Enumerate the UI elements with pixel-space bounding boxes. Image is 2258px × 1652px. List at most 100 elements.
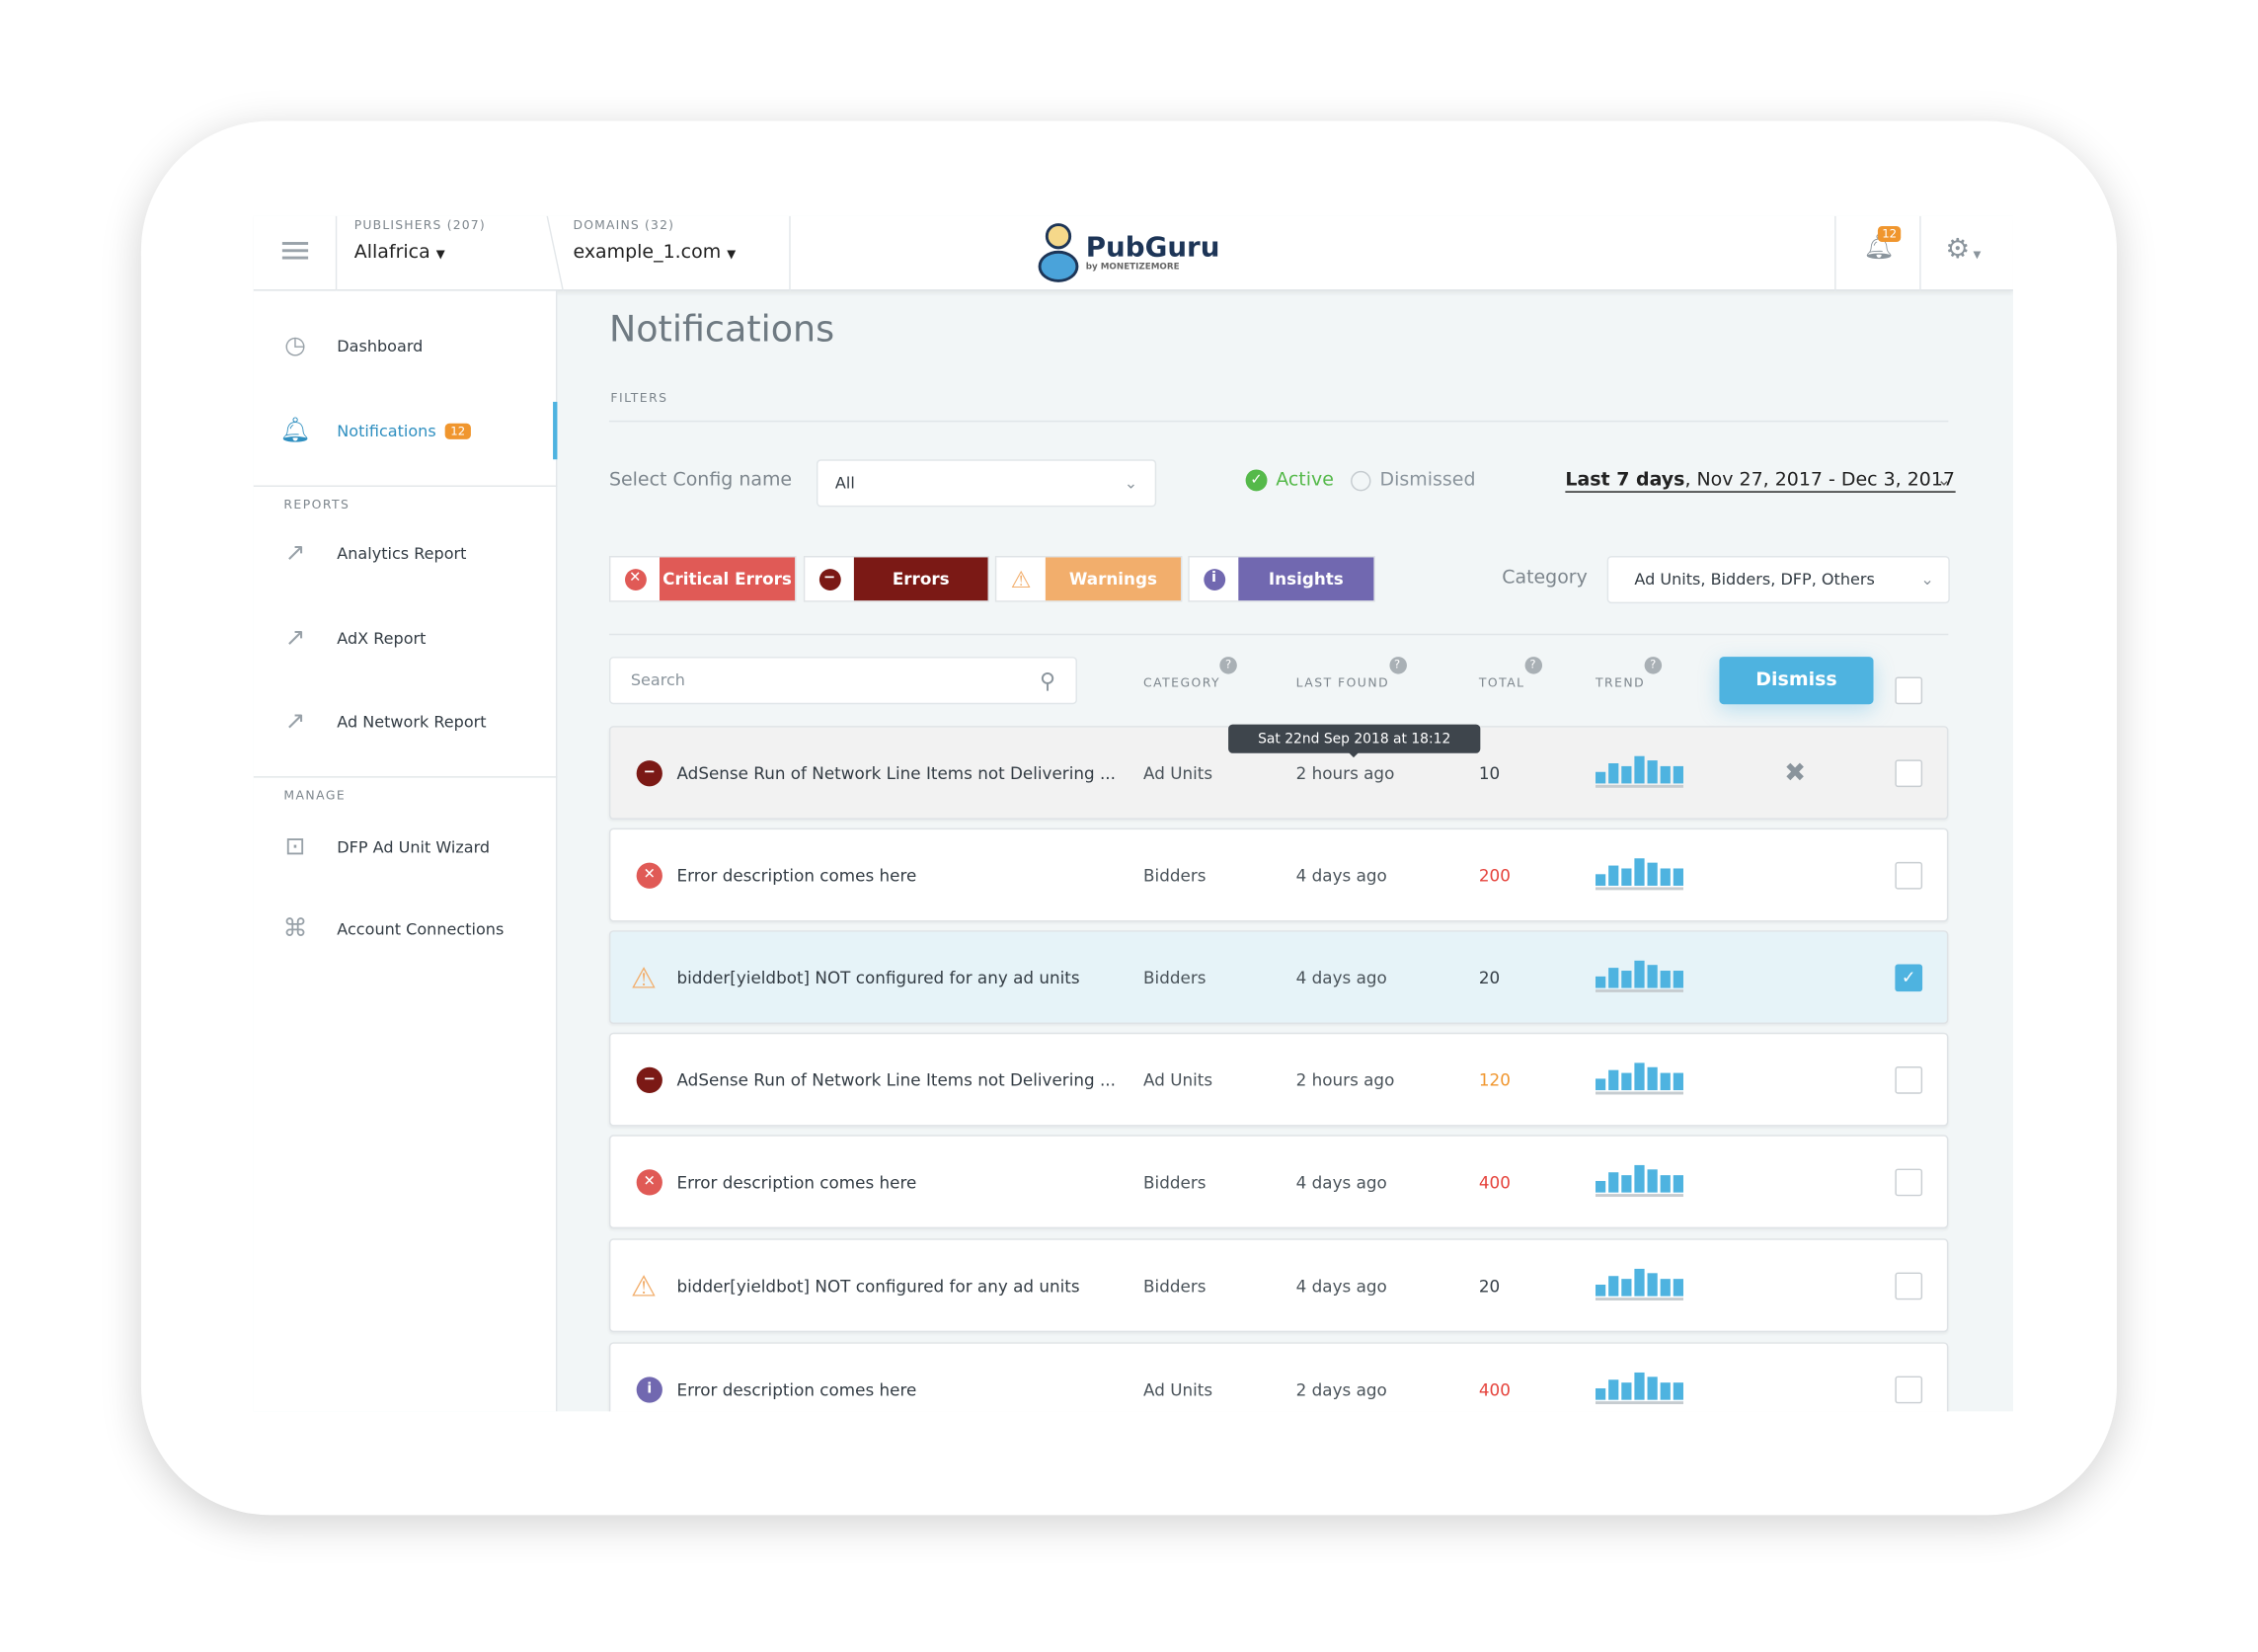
gear-icon: ⚙ xyxy=(1945,233,1971,266)
trend-bar xyxy=(1621,1279,1632,1296)
help-icon[interactable]: ? xyxy=(1524,657,1543,674)
sidebar-item-dfp-wizard[interactable]: ⊡ DFP Ad Unit Wizard xyxy=(254,818,558,875)
error-minus-icon: − xyxy=(636,759,662,786)
top-header: PUBLISHERS (207) Allafrica ▼ DOMAINS (32… xyxy=(253,215,2013,291)
sidebar-item-dashboard[interactable]: ◷ Dashboard xyxy=(254,317,558,374)
critical-x-icon: ✕ xyxy=(624,568,647,590)
info-icon: i xyxy=(636,1376,662,1402)
category-select[interactable]: Ad Units, Bidders, DFP, Others ⌄ xyxy=(1606,555,1950,604)
chevron-down-icon: ⌄ xyxy=(1124,473,1138,493)
column-header-trend[interactable]: TREND? xyxy=(1596,657,1663,691)
notification-count-badge: 12 xyxy=(1877,225,1902,243)
divider xyxy=(789,215,791,291)
row-category: Bidders xyxy=(1143,1171,1207,1192)
row-checkbox[interactable] xyxy=(1895,1271,1923,1299)
sidebar-item-analytics-report[interactable]: ↗ Analytics Report xyxy=(254,524,558,582)
row-message[interactable]: Error description comes here xyxy=(676,1379,916,1399)
filter-insights[interactable]: i Insights xyxy=(1188,555,1375,602)
table-row[interactable]: ✕ Error description comes here Bidders 4 da… xyxy=(608,1135,1949,1229)
radio-active-label[interactable]: Active xyxy=(1276,469,1334,491)
row-message[interactable]: bidder[yieldbot] NOT configured for any … xyxy=(676,967,1079,986)
row-message[interactable]: Error description comes here xyxy=(676,1171,916,1191)
error-minus-icon: − xyxy=(636,1066,662,1093)
trend-chart-icon: ↗ xyxy=(284,623,306,653)
trend-bar xyxy=(1660,1279,1671,1296)
sidebar-item-adx-report[interactable]: ↗ AdX Report xyxy=(254,609,558,667)
radio-dismissed-label[interactable]: Dismissed xyxy=(1380,469,1476,491)
help-icon[interactable]: ? xyxy=(1220,657,1238,674)
table-row[interactable]: ✕ Error description comes here Bidders 4 da… xyxy=(608,827,1949,922)
row-trend-sparkline xyxy=(1596,1062,1683,1094)
date-range-picker[interactable]: Last 7 days, Nov 27, 2017 - Dec 3, 2017 xyxy=(1565,469,1955,493)
select-all-checkbox[interactable] xyxy=(1895,676,1923,705)
row-checkbox[interactable] xyxy=(1895,1375,1923,1403)
filter-errors[interactable]: − Errors xyxy=(803,555,989,602)
dismiss-button[interactable]: Dismiss xyxy=(1719,657,1874,705)
table-row[interactable]: i Error description comes here Ad Units 2 d… xyxy=(608,1342,1949,1412)
date-range-value: , Nov 27, 2017 - Dec 3, 2017 xyxy=(1684,469,1955,492)
trend-bar xyxy=(1621,1175,1632,1192)
column-header-total[interactable]: TOTAL? xyxy=(1479,657,1543,691)
help-icon[interactable]: ? xyxy=(1645,657,1663,674)
column-header-last-found[interactable]: LAST FOUND? xyxy=(1296,657,1407,691)
settings-gear-button[interactable]: ⚙ ▼ xyxy=(1945,233,1981,265)
row-last-found: 2 hours ago xyxy=(1295,1068,1395,1090)
trend-bar xyxy=(1660,1382,1671,1399)
notifications-bell-button[interactable]: 🔔︎ 12 xyxy=(1863,225,1902,262)
domain-selector[interactable]: DOMAINS (32) example_1.com ▼ xyxy=(573,219,736,264)
trend-bar xyxy=(1596,976,1606,987)
radio-active-checked-icon[interactable]: ✓ xyxy=(1245,469,1268,492)
trend-chart-icon: ↗ xyxy=(284,538,306,568)
row-trend-sparkline xyxy=(1596,857,1683,890)
filter-warnings[interactable]: ⚠ Warnings xyxy=(994,555,1183,602)
row-checkbox[interactable] xyxy=(1895,758,1923,787)
trend-bar xyxy=(1673,868,1683,886)
row-last-found: 4 days ago xyxy=(1295,1171,1387,1192)
trend-bar xyxy=(1608,1379,1619,1399)
sidebar-item-notifications[interactable]: 🔔︎ Notifications 12 xyxy=(254,401,558,460)
trend-bar xyxy=(1634,1372,1645,1399)
critical-x-icon: ✕ xyxy=(636,861,662,889)
trend-bar xyxy=(1673,1382,1683,1399)
row-message[interactable]: bidder[yieldbot] NOT configured for any … xyxy=(676,1276,1079,1296)
config-select[interactable]: All ⌄ xyxy=(816,459,1157,508)
tooltip-arrow xyxy=(1348,751,1360,763)
row-trend-sparkline xyxy=(1596,1164,1683,1197)
chip-label: Insights xyxy=(1238,557,1374,601)
filter-critical-errors[interactable]: ✕ Critical Errors xyxy=(608,555,797,602)
row-checkbox[interactable] xyxy=(1895,1167,1923,1196)
hamburger-menu-icon[interactable] xyxy=(281,242,309,260)
table-row[interactable]: − AdSense Run of Network Line Items not D… xyxy=(608,1032,1949,1127)
trend-bar xyxy=(1596,1180,1606,1192)
search-input[interactable]: Search ⚲ xyxy=(608,657,1077,705)
row-category: Ad Units xyxy=(1143,762,1213,783)
row-total: 10 xyxy=(1478,762,1501,783)
config-value: All xyxy=(834,473,855,493)
sidebar-item-ad-network-report[interactable]: ↗ Ad Network Report xyxy=(254,693,558,750)
row-message[interactable]: AdSense Run of Network Line Items not De… xyxy=(676,1069,1115,1089)
category-label: Category xyxy=(1502,567,1588,590)
row-message[interactable]: Error description comes here xyxy=(676,865,916,885)
row-total: 20 xyxy=(1478,967,1501,987)
table-row[interactable]: ⚠ bidder[yieldbot] NOT configured for any… xyxy=(608,930,1949,1024)
row-checkbox[interactable] xyxy=(1895,861,1923,889)
row-checkbox[interactable]: ✓ xyxy=(1895,963,1923,991)
row-message[interactable]: AdSense Run of Network Line Items not De… xyxy=(676,762,1115,782)
row-category: Bidders xyxy=(1143,1275,1207,1296)
trend-bar xyxy=(1673,1175,1683,1192)
column-header-category[interactable]: CATEGORY? xyxy=(1143,657,1238,691)
radio-dismissed[interactable] xyxy=(1351,470,1371,491)
row-trend-sparkline xyxy=(1596,1372,1683,1404)
publisher-selector[interactable]: PUBLISHERS (207) Allafrica ▼ xyxy=(354,219,486,264)
network-nodes-icon: ⌘ xyxy=(282,914,308,944)
row-checkbox[interactable] xyxy=(1895,1065,1923,1094)
sidebar-item-label: Analytics Report xyxy=(337,543,467,563)
row-total: 400 xyxy=(1478,1171,1511,1192)
table-row[interactable]: ⚠ bidder[yieldbot] NOT configured for any… xyxy=(608,1238,1949,1333)
warning-triangle-icon: ⚠ xyxy=(630,1268,657,1303)
help-icon[interactable]: ? xyxy=(1389,657,1407,674)
date-range-preset: Last 7 days xyxy=(1565,469,1685,492)
dismiss-row-x-icon[interactable]: ✖ xyxy=(1784,757,1806,788)
chevron-down-icon[interactable]: ⌄ xyxy=(1937,469,1952,489)
sidebar-item-account-connections[interactable]: ⌘ Account Connections xyxy=(254,901,558,958)
